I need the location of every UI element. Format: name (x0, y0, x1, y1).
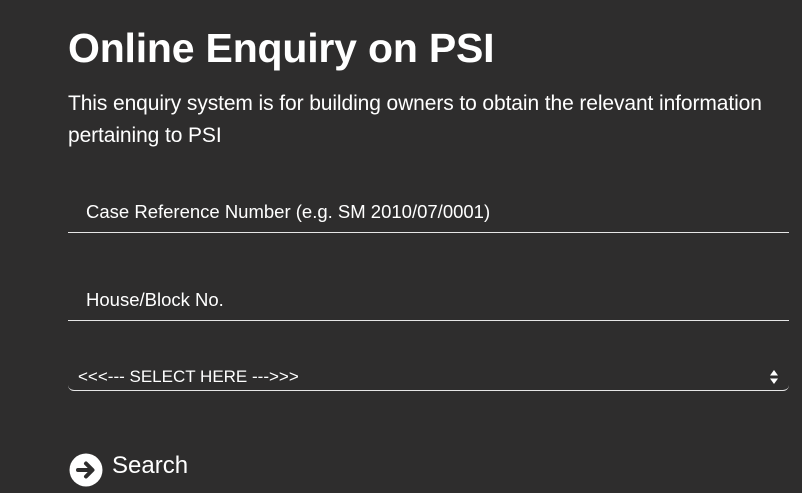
search-button[interactable]: Search (69, 452, 188, 488)
enquiry-form-container: Online Enquiry on PSI This enquiry syste… (68, 0, 790, 493)
page-description: This enquiry system is for building owne… (68, 92, 762, 147)
house-block-field (68, 280, 789, 321)
page-title: Online Enquiry on PSI (68, 25, 495, 71)
case-reference-field (68, 192, 789, 233)
search-button-label: Search (112, 452, 189, 479)
dropdown-select[interactable]: <<<--- SELECT HERE --->>> (68, 364, 789, 391)
house-block-input[interactable] (68, 280, 789, 320)
case-reference-input[interactable] (68, 192, 789, 232)
dropdown-selected-value: <<<--- SELECT HERE --->>> (78, 367, 299, 386)
arrow-right-circle-icon (69, 453, 103, 487)
updown-arrows-icon (770, 370, 778, 384)
